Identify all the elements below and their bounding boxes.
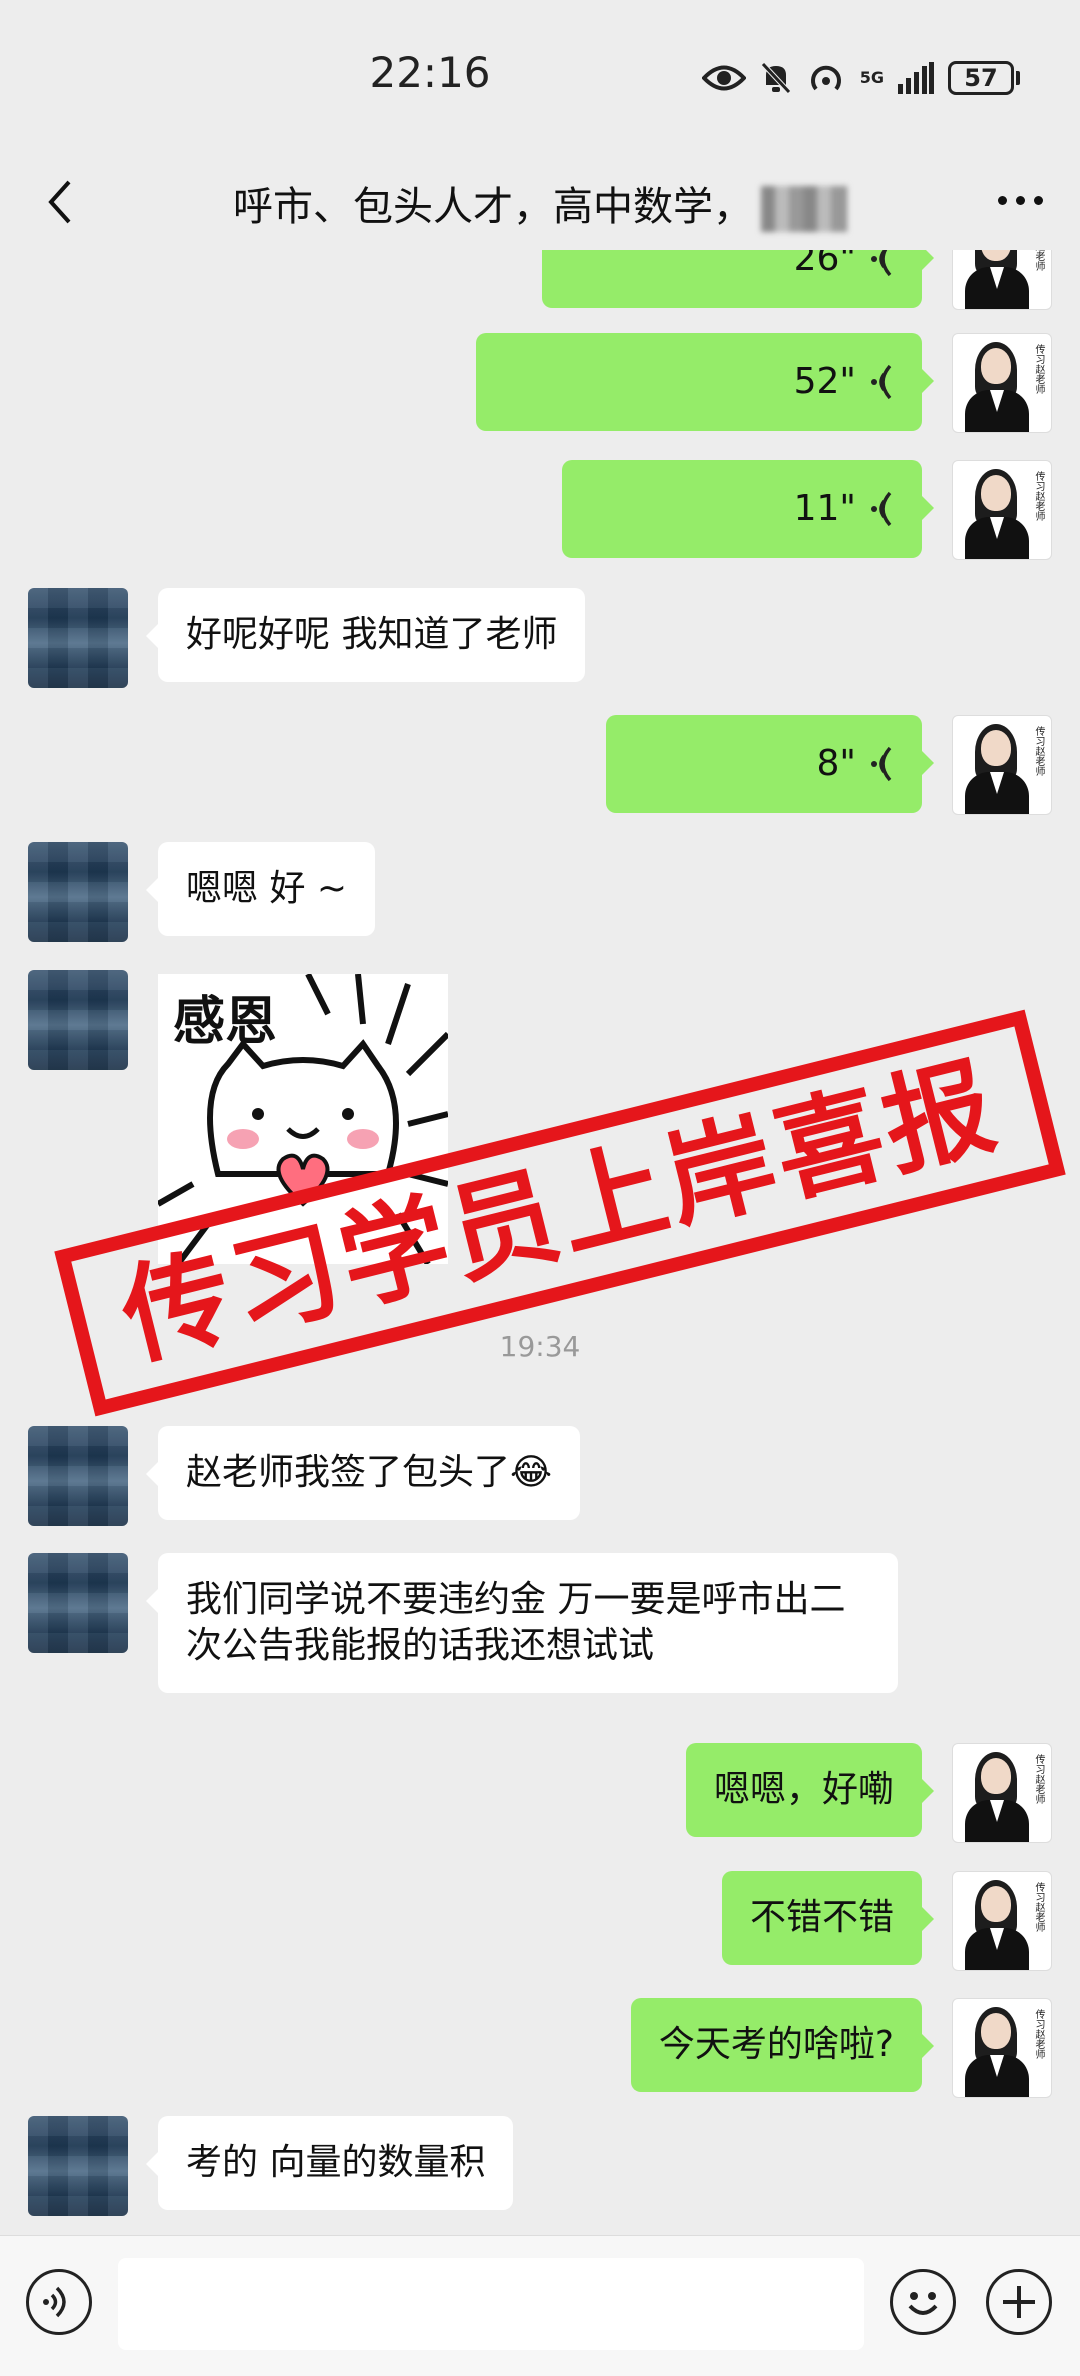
my-avatar[interactable]: 传习赵老师 <box>952 250 1052 310</box>
text-message[interactable]: 赵老师我签了包头了😂 <box>145 1426 581 1520</box>
blurred-name <box>761 186 847 232</box>
hotspot-icon <box>810 65 841 90</box>
message-row: 传习赵老师 不错不错 <box>0 1871 1080 1971</box>
voice-duration: 52" <box>793 361 856 402</box>
text-message[interactable]: 好呢好呢 我知道了老师 <box>145 588 586 682</box>
message-row: 传习赵老师 今天考的啥啦? <box>0 1998 1080 2098</box>
mute-bell-icon <box>760 61 791 94</box>
voice-message[interactable]: 52" <box>476 333 934 431</box>
contact-avatar[interactable] <box>28 1553 128 1653</box>
voice-input-button[interactable] <box>26 2269 92 2335</box>
status-bar: 22:16 5G 57 <box>0 0 1080 150</box>
message-row: 传习赵老师 52" <box>0 333 1080 433</box>
more-dot-icon <box>997 195 1007 205</box>
chat-title-text: 呼市、包头人才，高中数学， <box>233 184 753 230</box>
avatar-signature: 传习赵老师 <box>1033 1754 1044 1804</box>
emoji-button[interactable] <box>890 2269 956 2335</box>
voice-wave-icon <box>871 364 892 400</box>
signal-icon <box>898 61 934 94</box>
text-message[interactable]: 嗯嗯 好 ~ <box>145 842 376 936</box>
text-message[interactable]: 我们同学说不要违约金 万一要是呼市出二次公告我能报的话我还想试试 <box>146 1553 898 1693</box>
text-message[interactable]: 不错不错 <box>721 1871 935 1965</box>
voice-wave-icon <box>871 250 892 277</box>
avatar-signature: 传习赵老师 <box>1033 471 1044 521</box>
contact-avatar[interactable] <box>28 970 128 1070</box>
my-avatar[interactable]: 传习赵老师 <box>952 333 1052 433</box>
network-type: 5G <box>859 67 884 87</box>
voice-message[interactable]: 26" <box>542 250 934 308</box>
voice-wave-icon <box>871 746 892 782</box>
emoji-icon <box>908 2292 938 2315</box>
my-avatar[interactable]: 传习赵老师 <box>952 1998 1052 2098</box>
battery-icon: 57 <box>948 60 1020 95</box>
text-message[interactable]: 今天考的啥啦? <box>630 1998 935 2092</box>
message-row: 传习赵老师 26" <box>0 250 1080 310</box>
avatar-signature: 传习赵老师 <box>1033 344 1044 394</box>
eye-icon <box>701 65 746 90</box>
voice-duration: 11" <box>793 488 856 529</box>
chat-title: 呼市、包头人才，高中数学， <box>0 174 1080 232</box>
avatar-signature: 传习赵老师 <box>1033 726 1044 776</box>
contact-avatar[interactable] <box>28 1426 128 1526</box>
more-actions-button[interactable] <box>986 2269 1052 2335</box>
my-avatar[interactable]: 传习赵老师 <box>952 1871 1052 1971</box>
voice-duration: 26" <box>793 250 856 279</box>
message-row: 嗯嗯 好 ~ <box>0 842 1080 942</box>
message-row: 考的 向量的数量积 <box>0 2116 1080 2216</box>
message-row: 传习赵老师 8" <box>0 715 1080 815</box>
my-avatar[interactable]: 传习赵老师 <box>952 715 1052 815</box>
battery-level: 57 <box>948 60 1014 95</box>
plus-icon <box>1003 2286 1035 2318</box>
avatar-signature: 传习赵老师 <box>1033 1882 1044 1932</box>
avatar-signature: 传习赵老师 <box>1033 2009 1044 2059</box>
input-bar <box>0 2235 1080 2376</box>
message-row: 传习赵老师 11" <box>0 460 1080 560</box>
voice-duration: 8" <box>816 743 856 784</box>
my-avatar[interactable]: 传习赵老师 <box>952 460 1052 560</box>
sticker-caption: 感恩 <box>173 992 277 1052</box>
voice-wave-icon <box>871 491 892 527</box>
contact-avatar[interactable] <box>28 588 128 688</box>
more-button[interactable] <box>990 180 1050 220</box>
message-row: 赵老师我签了包头了😂 <box>0 1426 1080 1526</box>
voice-icon <box>43 2286 66 2318</box>
chat-header: 呼市、包头人才，高中数学， <box>0 150 1080 250</box>
message-input[interactable] <box>118 2258 864 2350</box>
status-icons: 5G 57 <box>701 55 1020 100</box>
message-row: 我们同学说不要违约金 万一要是呼市出二次公告我能报的话我还想试试 <box>0 1553 1080 1703</box>
text-message[interactable]: 考的 向量的数量积 <box>145 2116 514 2210</box>
my-avatar[interactable]: 传习赵老师 <box>952 1743 1052 1843</box>
contact-avatar[interactable] <box>28 2116 128 2216</box>
avatar-signature: 传习赵老师 <box>1031 250 1045 271</box>
contact-avatar[interactable] <box>28 842 128 942</box>
message-row: 好呢好呢 我知道了老师 <box>0 588 1080 688</box>
voice-message[interactable]: 8" <box>606 715 934 813</box>
voice-message[interactable]: 11" <box>562 460 934 558</box>
message-row: 传习赵老师 嗯嗯，好嘞 <box>0 1743 1080 1843</box>
text-message[interactable]: 嗯嗯，好嘞 <box>685 1743 935 1837</box>
